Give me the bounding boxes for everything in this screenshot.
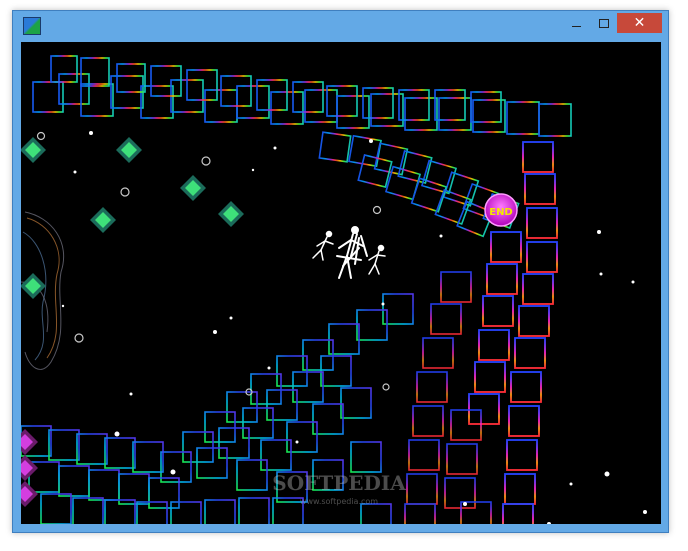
app-window: ✕ END SOFTPEDIA www.softpedia.com — [12, 10, 669, 533]
top-cube-band — [32, 55, 572, 137]
star-particles — [61, 131, 647, 524]
end-marker[interactable]: END — [484, 193, 518, 227]
minimize-icon — [571, 25, 581, 27]
lower-right-band — [404, 271, 492, 524]
game-canvas[interactable]: END SOFTPEDIA www.softpedia.com — [21, 42, 661, 524]
end-marker-label: END — [489, 207, 513, 218]
stick-figure — [312, 230, 334, 261]
stick-figure — [368, 244, 386, 275]
gem-icon — [218, 201, 244, 227]
stick-figures — [312, 226, 386, 279]
player-figure — [336, 226, 368, 279]
app-icon[interactable] — [23, 17, 41, 35]
minimize-button[interactable] — [563, 13, 589, 33]
gem-icon — [180, 175, 206, 201]
game-scene: END SOFTPEDIA www.softpedia.com — [21, 55, 647, 524]
close-icon: ✕ — [633, 15, 646, 31]
watermark: SOFTPEDIA www.softpedia.com — [272, 471, 406, 506]
gem-icon — [90, 207, 116, 233]
close-button[interactable]: ✕ — [617, 13, 662, 33]
gem-icon — [116, 137, 142, 163]
maximize-button[interactable] — [591, 13, 617, 33]
maximize-icon — [599, 18, 609, 28]
gem-icon — [21, 429, 38, 455]
watermark-title: SOFTPEDIA — [272, 471, 406, 495]
watermark-url: www.softpedia.com — [300, 497, 378, 506]
title-bar[interactable]: ✕ — [13, 11, 668, 42]
gem-icon — [21, 137, 46, 163]
